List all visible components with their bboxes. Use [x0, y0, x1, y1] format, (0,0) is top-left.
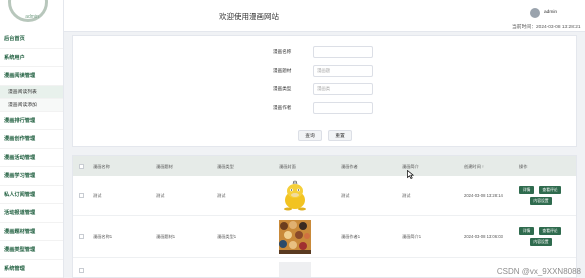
cell-theme: 测试 [156, 193, 165, 198]
row-checkbox[interactable] [79, 234, 84, 239]
sidebar-item-ranking[interactable]: 漫画排行管理 [0, 112, 63, 130]
form-row-theme: 漫画题材 漫画题 [233, 65, 373, 77]
row-checkbox[interactable] [79, 268, 84, 273]
sidebar-menu: 后台首页 系统用户 漫画阅读管理 漫画阅读列表 漫画阅读添加 漫画排行管理 漫画… [0, 30, 63, 278]
field-label: 漫画类型 [273, 86, 292, 91]
sidebar-item-type[interactable]: 漫画类型管理 [0, 241, 63, 260]
cell-author: 漫画作者1 [341, 234, 361, 239]
detail-button[interactable]: 详情 [519, 186, 534, 194]
reset-button[interactable]: 重置 [328, 130, 352, 141]
sidebar-admin-label: admin [25, 14, 39, 20]
comic-type-select[interactable]: 漫画类 [313, 83, 373, 95]
table-row: 漫画名称1 漫画题材1 漫画类型1 漫画作者1 漫画简介1 2024-03-08… [73, 216, 576, 258]
cell-intro: 漫画简介1 [402, 234, 422, 239]
detail-button[interactable]: 详情 [519, 227, 534, 235]
comic-author-input[interactable] [313, 102, 373, 114]
header-created[interactable]: 创建时间 ↑ [464, 164, 484, 170]
row-checkbox[interactable] [79, 193, 84, 198]
watermark: CSDN @vx_9XXN8088 [496, 267, 581, 276]
header-cover[interactable]: 漫画封面 [279, 164, 296, 170]
field-label: 漫画作者 [273, 105, 292, 110]
header-actions: 操作 [519, 164, 528, 169]
comic-table: 漫画名称 漫画题材 漫画类型 漫画封面 漫画作者 漫画简介 创建时间 ↑ 操作 … [72, 155, 577, 278]
form-row-author: 漫画作者 [233, 102, 373, 114]
cell-name: 测试 [93, 193, 102, 198]
mouse-cursor-icon [407, 170, 414, 179]
view-comments-button[interactable]: 查看评论 [539, 186, 561, 194]
sidebar-item-theme[interactable]: 漫画题材管理 [0, 223, 63, 241]
sidebar-item-activity[interactable]: 漫画活动管理 [0, 149, 63, 167]
sidebar-item-system[interactable]: 系统管理 [0, 260, 63, 278]
view-comments-button[interactable]: 查看评论 [539, 227, 561, 235]
sidebar-item-comic-reading[interactable]: 漫画阅读管理 [0, 67, 63, 86]
field-label: 漫画名称 [273, 49, 292, 54]
sidebar-item-learning[interactable]: 漫画学习管理 [0, 167, 63, 186]
user-avatar[interactable] [530, 8, 540, 18]
cell-type: 漫画类型1 [217, 234, 237, 239]
sidebar-subitem-reading-list[interactable]: 漫画阅读列表 [0, 85, 63, 99]
cell-created: 2024-03-08 13:28:14 [464, 193, 503, 198]
content-settings-button[interactable]: 内容设置 [530, 238, 552, 246]
header-name[interactable]: 漫画名称 [93, 164, 110, 170]
sidebar: admin 后台首页 系统用户 漫画阅读管理 漫画阅读列表 漫画阅读添加 漫画排… [0, 0, 64, 278]
current-time: 当前时间：2024-03-08 13:28:21 [512, 25, 581, 30]
form-row-type: 漫画类型 漫画类 [233, 83, 373, 95]
form-row-name: 漫画名称 [233, 46, 373, 58]
cell-author: 测试 [341, 193, 350, 198]
cover-image-duck [279, 180, 311, 212]
sidebar-item-home[interactable]: 后台首页 [0, 30, 63, 49]
cell-created: 2024-03-08 13:06:03 [464, 234, 503, 239]
cover-image-placeholder [279, 262, 311, 277]
query-button[interactable]: 查询 [298, 130, 322, 141]
header-type[interactable]: 漫画类型 [217, 164, 234, 170]
cell-intro: 测试 [402, 193, 411, 198]
table-row: 测试 测试 测试 测试 测试 2024-03-08 13:28:14 详情 查看… [73, 176, 576, 216]
sidebar-item-reports[interactable]: 活动报道管理 [0, 204, 63, 223]
header-author[interactable]: 漫画作者 [341, 164, 358, 170]
content-settings-button[interactable]: 内容设置 [530, 197, 552, 205]
top-header: 欢迎使用漫画网站 admin 当前时间：2024-03-08 13:28:21 [64, 0, 585, 32]
page-title: 欢迎使用漫画网站 [219, 12, 279, 21]
cell-theme: 漫画题材1 [156, 234, 176, 239]
sidebar-item-subscription[interactable]: 私人订阅管理 [0, 186, 63, 204]
sidebar-item-creation[interactable]: 漫画创作管理 [0, 130, 63, 149]
cover-image-crowd [279, 220, 311, 254]
comic-theme-select[interactable]: 漫画题 [313, 65, 373, 77]
user-name[interactable]: admin [544, 10, 557, 15]
table-header: 漫画名称 漫画题材 漫画类型 漫画封面 漫画作者 漫画简介 创建时间 ↑ 操作 [73, 156, 576, 176]
field-label: 漫画题材 [273, 68, 292, 73]
search-panel: 漫画名称 漫画题材 漫画题 漫画类型 漫画类 漫画作者 查询 重置 [72, 35, 577, 147]
sidebar-subitem-reading-add[interactable]: 漫画阅读添加 [0, 98, 63, 112]
header-theme[interactable]: 漫画题材 [156, 164, 173, 170]
cell-type: 测试 [217, 193, 226, 198]
comic-name-input[interactable] [313, 46, 373, 58]
select-all-checkbox[interactable] [79, 164, 84, 169]
cell-name: 漫画名称1 [93, 234, 113, 239]
sidebar-item-system-users[interactable]: 系统用户 [0, 49, 63, 67]
